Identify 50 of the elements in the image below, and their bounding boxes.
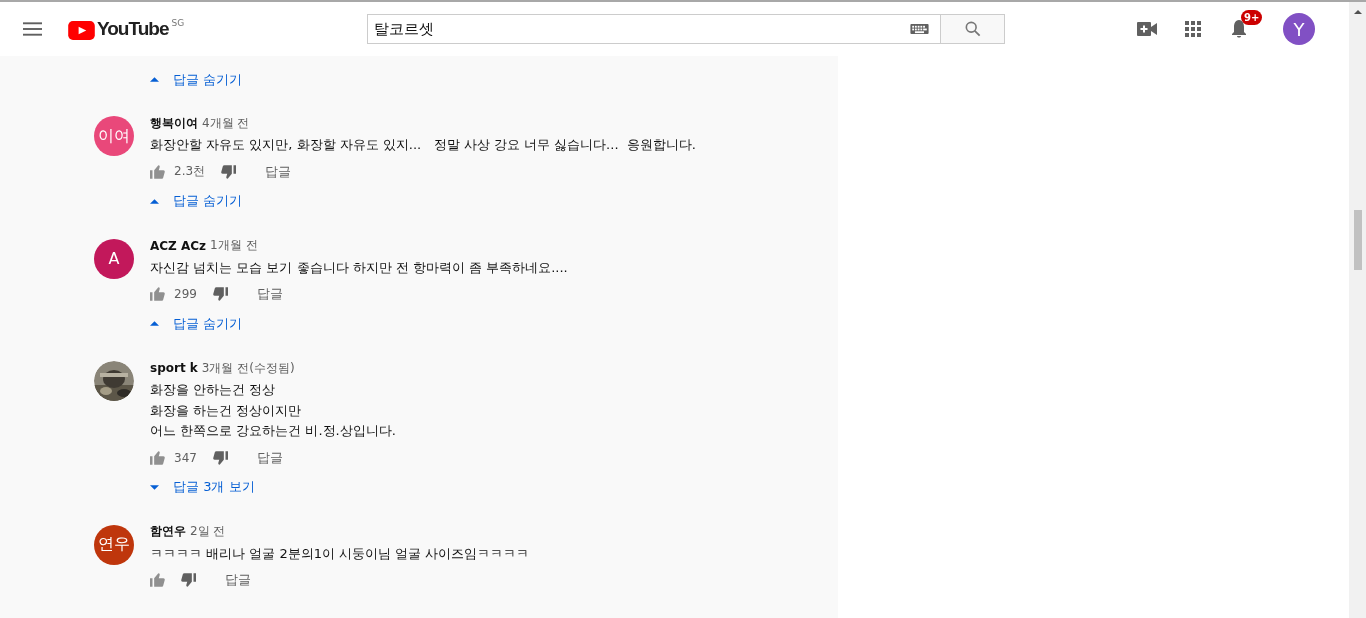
thumbs-up-icon[interactable] xyxy=(150,287,165,301)
replies-link[interactable]: 답글 숨기기 xyxy=(173,192,243,210)
menu-icon[interactable] xyxy=(23,22,42,36)
comment-text: 화장을 하는건 정상이지만 xyxy=(150,401,303,420)
like-count: 347 xyxy=(174,450,197,465)
thumbs-up-icon[interactable] xyxy=(150,573,165,587)
author-name[interactable]: 행복이여 xyxy=(150,114,198,132)
comment-time[interactable]: 1개월 전 xyxy=(210,237,258,254)
video-camera-plus-icon[interactable] xyxy=(1137,22,1157,36)
reply-button[interactable]: 답글 xyxy=(256,448,283,467)
keyboard-icon[interactable] xyxy=(910,24,930,34)
logo-text[interactable]: YouTube xyxy=(97,18,169,40)
like-count: 2.3천 xyxy=(174,163,206,180)
comment-text: 어느 한쪽으로 강요하는건 비.정.상입니다. xyxy=(150,422,396,440)
scrollbar-thumb[interactable] xyxy=(1353,210,1362,270)
play-logo-icon[interactable] xyxy=(68,21,95,40)
notification-badge: 9+ xyxy=(1241,9,1263,25)
account-avatar[interactable]: Y xyxy=(1283,13,1315,45)
thumbs-down-icon[interactable] xyxy=(212,287,228,301)
search-field[interactable]: 탈코르셋 xyxy=(367,14,942,44)
comment-text: 화장을 안하는건 정상 xyxy=(150,381,277,399)
thumbs-down-icon[interactable] xyxy=(221,164,237,179)
avatar[interactable]: 연우 xyxy=(94,524,134,565)
replies-link[interactable]: 답글 숨기기 xyxy=(173,314,243,333)
thumbs-down-icon[interactable] xyxy=(181,573,196,587)
like-count: 299 xyxy=(174,287,197,301)
reply-button[interactable]: 답글 xyxy=(225,571,251,589)
reply-button[interactable]: 답글 xyxy=(256,285,283,303)
replies-link[interactable]: 답글 3개 보기 xyxy=(173,478,255,496)
scroll-up-icon[interactable] xyxy=(1353,10,1362,14)
comment-text: 화장안할 자유도 있지만, 화장할 자유도 있지... 정말 사상 강요 너무 싫습니다... 응원합니다. xyxy=(150,136,696,154)
search-button[interactable] xyxy=(941,14,1006,44)
avatar[interactable]: A xyxy=(94,238,134,279)
author-name[interactable]: ACZ ACz xyxy=(150,238,207,253)
thumbs-down-icon[interactable] xyxy=(212,450,228,465)
search-icon xyxy=(964,21,981,37)
comment-text: 자신감 넘치는 모습 보기 좋습니다 하지만 전 항마력이 좀 부족하네요.... xyxy=(150,258,568,277)
comment-time[interactable]: 4개월 전 xyxy=(202,114,250,132)
hide-replies-link[interactable]: 답글 숨기기 xyxy=(173,70,243,89)
thumbs-up-icon[interactable] xyxy=(150,450,165,465)
avatar[interactable]: 이여 xyxy=(94,116,134,156)
comment-text: ㅋㅋㅋㅋ 배리나 얼굴 2분의1이 시둥이님 얼굴 사이즈임ㅋㅋㅋㅋ xyxy=(150,544,530,563)
comment-time[interactable]: 3개월 전(수정됨) xyxy=(201,359,295,377)
comment-time[interactable]: 2일 전 xyxy=(190,523,226,540)
apps-grid-icon[interactable] xyxy=(1185,21,1201,37)
author-name[interactable]: sport k xyxy=(150,361,198,375)
region-label: SG xyxy=(171,18,185,28)
thumbs-up-icon[interactable] xyxy=(150,164,165,179)
reply-button[interactable]: 답글 xyxy=(265,162,292,181)
author-name[interactable]: 함연우 xyxy=(150,523,186,540)
